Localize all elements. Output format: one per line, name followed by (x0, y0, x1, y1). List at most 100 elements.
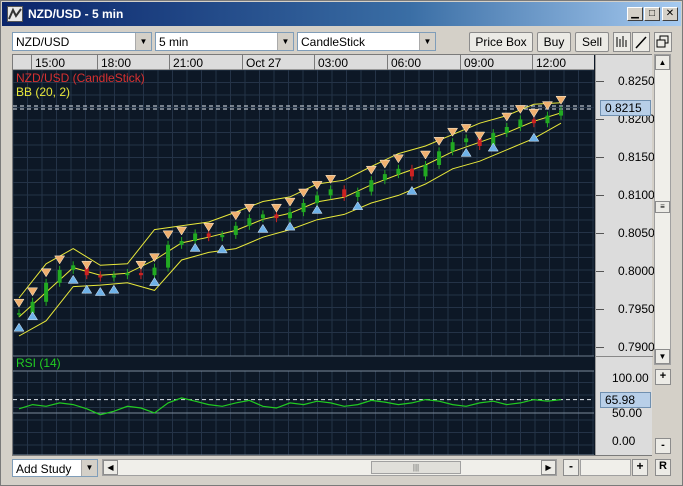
price-plot[interactable] (13, 70, 594, 455)
chart-area[interactable]: 15:00 18:00 21:00 Oct 27 03:00 06:00 09:00 12:0… (12, 54, 655, 456)
chart-type-select[interactable]: CandleStick ▼ (297, 32, 436, 51)
zoom-track[interactable] (580, 459, 631, 476)
scroll-up-button[interactable]: ▲ (655, 55, 670, 70)
candle (409, 168, 414, 177)
price-tick-label: 0.8000 (618, 264, 655, 279)
arrow-down-icon: ▼ (658, 352, 667, 361)
price-tick-mark (596, 347, 604, 349)
candle (518, 119, 523, 127)
price-tick-label: 0.7950 (618, 302, 655, 317)
rsi-tick-label: 50.00 (612, 406, 643, 420)
candle (396, 168, 401, 175)
rsi-current-label: 65.98 (600, 391, 651, 408)
time-tick-label: 18:00 (101, 56, 132, 70)
crosshair-tool-button[interactable] (613, 32, 631, 52)
sell-signal-marker (230, 211, 242, 221)
candle (315, 195, 320, 203)
time-tick-label: 21:00 (173, 56, 204, 70)
sell-signal-marker (298, 188, 310, 198)
time-tick-mark (532, 55, 533, 70)
buy-signal-marker (528, 132, 540, 142)
buy-signal-marker (27, 311, 39, 321)
horizontal-scroll-thumb[interactable]: ||| (371, 461, 461, 474)
zoom-out-button[interactable]: - (563, 459, 579, 476)
time-tick-mark (169, 55, 170, 70)
maximize-button[interactable]: □ (644, 7, 660, 21)
buy-signal-marker (487, 142, 499, 152)
sell-signal-marker (474, 131, 486, 141)
chart-window: NZD/USD - 5 min ▁ □ ✕ NZD/USD ▼ 5 min ▼ … (0, 0, 683, 486)
bb-legend: BB (20, 2) (16, 85, 71, 99)
vertical-zoom-in-button[interactable]: + (655, 369, 671, 385)
sell-signal-marker (541, 101, 553, 111)
buy-signal-marker (108, 284, 120, 294)
window-title: NZD/USD - 5 min (28, 7, 124, 21)
price-tick-mark (596, 309, 604, 311)
price-box-button[interactable]: Price Box (469, 32, 533, 52)
time-tick-mark (460, 55, 461, 70)
wave-logo-icon (7, 6, 23, 22)
minimize-icon: ▁ (631, 8, 639, 19)
sell-signal-marker (284, 197, 296, 207)
vertical-scroll-thumb[interactable]: ≡ (655, 201, 670, 213)
chevron-down-icon[interactable]: ▼ (81, 460, 97, 476)
time-tick-label: 09:00 (464, 56, 495, 70)
candle (342, 189, 347, 197)
time-tick-mark (31, 55, 32, 70)
horizontal-scrollbar[interactable]: ◀ ||| ▶ (102, 459, 557, 476)
vertical-zoom-out-button[interactable]: - (655, 438, 671, 454)
close-icon: ✕ (665, 8, 675, 19)
buy-signal-marker (311, 204, 323, 214)
arrow-left-icon: ◀ (107, 463, 114, 472)
sell-signal-marker (528, 108, 540, 118)
candle (260, 214, 265, 219)
scroll-right-button[interactable]: ▶ (541, 460, 556, 475)
arrow-up-icon: ▲ (658, 58, 667, 67)
candle (423, 165, 428, 177)
symbol-select[interactable]: NZD/USD ▼ (12, 32, 152, 51)
sell-button[interactable]: Sell (575, 32, 609, 52)
detach-window-button[interactable] (654, 32, 672, 52)
title-bar[interactable]: NZD/USD - 5 min ▁ □ ✕ (2, 2, 681, 26)
chevron-down-icon[interactable]: ▼ (419, 33, 435, 50)
buy-button[interactable]: Buy (537, 32, 571, 52)
maximize-icon: □ (648, 8, 656, 19)
interval-select[interactable]: 5 min ▼ (155, 32, 294, 51)
crosshair-icon (616, 36, 627, 47)
price-tick-label: 0.7900 (618, 340, 655, 355)
price-tick-mark (596, 271, 604, 273)
candle (17, 313, 21, 315)
candle (382, 174, 387, 181)
candle (559, 110, 563, 116)
buy-signal-marker (94, 287, 106, 296)
vertical-scrollbar[interactable]: ▲ ≡ ▼ (654, 54, 671, 365)
time-tick-mark (314, 55, 315, 70)
time-tick-mark (387, 55, 388, 70)
time-tick-mark (97, 55, 98, 70)
sell-signal-marker (514, 105, 526, 114)
minimize-button[interactable]: ▁ (627, 7, 643, 21)
time-tick-label: 06:00 (391, 56, 422, 70)
add-study-select[interactable]: Add Study ▼ (12, 459, 98, 477)
candle (369, 180, 374, 192)
chevron-down-icon[interactable]: ▼ (135, 33, 151, 50)
time-axis: 15:00 18:00 21:00 Oct 27 03:00 06:00 09:00 12:0… (13, 55, 594, 70)
interval-value: 5 min (159, 35, 189, 49)
scroll-down-button[interactable]: ▼ (655, 349, 670, 364)
candle (288, 212, 292, 219)
rsi-legend: RSI (14) (16, 356, 61, 370)
buy-signal-marker (406, 185, 418, 195)
time-tick-label: 03:00 (318, 56, 349, 70)
close-button[interactable]: ✕ (662, 7, 678, 21)
zoom-in-button[interactable]: + (632, 459, 648, 476)
line-tool-button[interactable] (632, 32, 650, 52)
candle (355, 191, 360, 197)
scroll-left-button[interactable]: ◀ (103, 460, 118, 475)
price-tick-label: 0.8250 (618, 74, 655, 89)
sell-signal-marker (13, 298, 25, 308)
axis-pane-separator (596, 356, 653, 357)
chevron-down-icon[interactable]: ▼ (277, 33, 293, 50)
reset-button[interactable]: R (655, 459, 671, 476)
buy-signal-marker (67, 274, 79, 284)
price-axis[interactable]: 0.8250 0.8200 0.8150 0.8100 0.8050 0.8000 0.79… (595, 55, 655, 455)
